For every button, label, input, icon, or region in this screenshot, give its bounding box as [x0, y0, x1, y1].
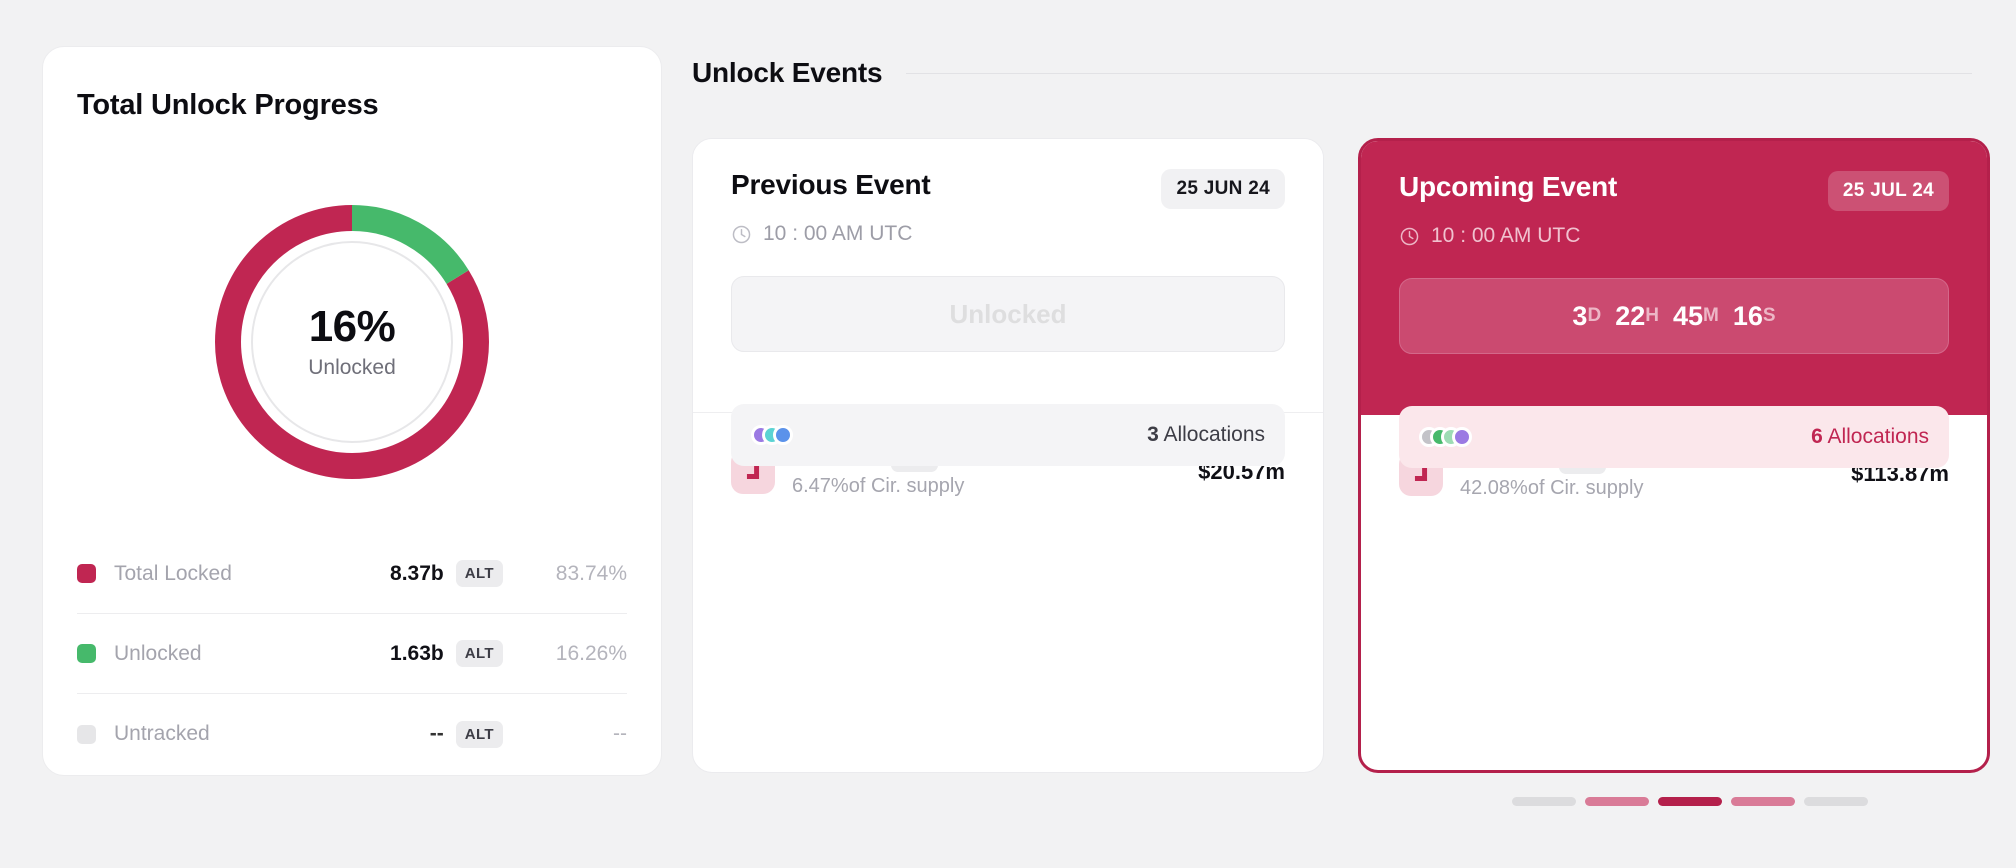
- unlock-events-header: Unlock Events: [692, 57, 1972, 89]
- countdown-hours: 22: [1615, 300, 1646, 331]
- upcoming-event-card[interactable]: Upcoming Event 25 JUL 24 10 : 00 AM UTC …: [1358, 138, 1990, 773]
- legend-ticker-total-locked: ALT: [455, 560, 503, 587]
- upcoming-event-supply-share: 42.08%of Cir. supply: [1460, 477, 1644, 499]
- previous-event-header: Previous Event 25 JUN 24 10 : 00 AM UTC …: [693, 139, 1323, 413]
- legend-ticker-unlocked: ALT: [455, 640, 503, 667]
- previous-event-date-badge: 25 JUN 24: [1161, 169, 1285, 209]
- countdown-seconds-unit: S: [1762, 305, 1776, 326]
- upcoming-event-allocations-count: 6: [1811, 425, 1823, 448]
- upcoming-event-body: 684.21m ALT 42.08%of Cir. supply $113.87…: [1361, 406, 1987, 500]
- donut-percent-value: 16%: [308, 301, 396, 351]
- legend-percent-total-locked: 83.74%: [555, 561, 627, 585]
- legend-swatch-total-locked: [77, 564, 96, 583]
- unlock-progress-donut-chart: 16% Unlocked: [207, 197, 497, 487]
- legend-amount-unlocked: 1.63b: [390, 641, 444, 665]
- allocation-dot: [1452, 427, 1472, 447]
- countdown-minutes: 45: [1672, 300, 1704, 331]
- legend-percent-unlocked: 16.26%: [555, 641, 627, 665]
- donut-percent-caption: Unlocked: [308, 356, 396, 380]
- upcoming-event-allocations-text: 6 Allocations: [1811, 425, 1929, 449]
- upcoming-event-allocation-avatars: [1419, 427, 1472, 447]
- previous-event-name: Previous Event: [731, 169, 931, 200]
- unlock-events-title: Unlock Events: [692, 57, 883, 88]
- countdown-hours-unit: H: [1645, 305, 1659, 326]
- unlock-dashboard: Total Unlock Progress 16% Unlocked Total…: [0, 0, 2016, 868]
- previous-event-supply-share: 6.47%of Cir. supply: [792, 475, 965, 497]
- legend-amount-total-locked: 8.37b: [390, 561, 444, 585]
- pagination-bar-3-active[interactable]: [1658, 797, 1722, 806]
- previous-event-allocation-avatars: [751, 425, 793, 445]
- allocation-dot: [773, 425, 793, 445]
- upcoming-event-time: 10 : 00 AM UTC: [1431, 224, 1581, 247]
- pagination-bar-1[interactable]: [1512, 797, 1576, 806]
- previous-event-status-label: Unlocked: [949, 298, 1067, 329]
- total-unlock-progress-card: Total Unlock Progress 16% Unlocked Total…: [42, 46, 662, 776]
- countdown-seconds: 16: [1732, 300, 1763, 331]
- previous-event-allocations-text: 3 Allocations: [1147, 423, 1265, 447]
- previous-event-time: 10 : 00 AM UTC: [763, 222, 913, 245]
- upcoming-event-date-badge: 25 JUL 24: [1827, 171, 1949, 211]
- legend-ticker-untracked: ALT: [455, 720, 503, 748]
- previous-event-card[interactable]: Previous Event 25 JUN 24 10 : 00 AM UTC …: [692, 138, 1324, 773]
- header-divider: [906, 72, 1972, 74]
- legend-percent-untracked: --: [613, 722, 627, 745]
- legend-amount-untracked: --: [429, 722, 444, 745]
- carousel-pagination[interactable]: [1512, 797, 1868, 806]
- clock-icon: [732, 225, 751, 243]
- pagination-bar-5[interactable]: [1804, 797, 1868, 806]
- countdown-minutes-unit: M: [1703, 305, 1719, 326]
- previous-event-allocations-bar[interactable]: 3 Allocations: [731, 404, 1285, 466]
- legend-row-total-locked: Total Locked 8.37b ALT 83.74%: [77, 534, 627, 614]
- page-title: Total Unlock Progress: [77, 89, 379, 121]
- legend-label-unlocked: Unlocked: [114, 641, 202, 665]
- legend-row-unlocked: Unlocked 1.63b ALT 16.26%: [77, 614, 627, 694]
- legend-row-untracked: Untracked -- ALT --: [77, 694, 627, 774]
- previous-event-allocations-label: Allocations: [1163, 423, 1265, 446]
- pagination-bar-2[interactable]: [1585, 797, 1649, 806]
- previous-event-status-button[interactable]: Unlocked: [731, 276, 1285, 352]
- clock-icon: [1400, 227, 1419, 245]
- donut-center-label: 16% Unlocked: [207, 197, 497, 487]
- countdown-days-unit: D: [1587, 305, 1602, 326]
- legend-label-total-locked: Total Locked: [114, 561, 232, 585]
- legend-swatch-unlocked: [77, 644, 96, 663]
- upcoming-event-countdown-timer[interactable]: 3 D 22 H 45 M 16 S: [1399, 278, 1949, 354]
- upcoming-event-allocations-label: Allocations: [1827, 425, 1929, 448]
- legend-swatch-untracked: [77, 724, 96, 744]
- previous-event-body: 105.21m ALT 6.47%of Cir. supply $20.57m …: [693, 404, 1323, 498]
- unlock-legend: Total Locked 8.37b ALT 83.74% Unlocked 1…: [77, 534, 627, 774]
- upcoming-event-name: Upcoming Event: [1399, 171, 1618, 202]
- countdown-days: 3: [1572, 300, 1588, 331]
- pagination-bar-4[interactable]: [1731, 797, 1795, 806]
- legend-label-untracked: Untracked: [114, 722, 210, 745]
- upcoming-event-header: Upcoming Event 25 JUL 24 10 : 00 AM UTC …: [1361, 141, 1987, 415]
- upcoming-event-allocations-bar[interactable]: 6 Allocations: [1399, 406, 1949, 468]
- previous-event-allocations-count: 3: [1147, 423, 1159, 446]
